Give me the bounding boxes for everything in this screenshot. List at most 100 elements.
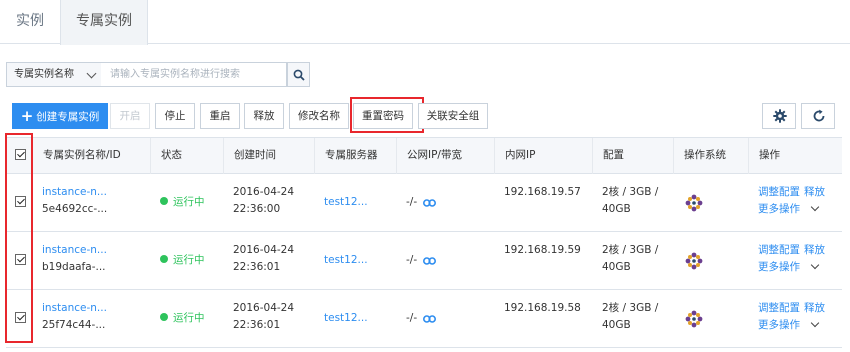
select-all-checkbox[interactable] <box>15 149 26 160</box>
config-line-2: 40GB <box>602 261 631 273</box>
header-operations: 操作 <box>748 138 842 174</box>
server-link[interactable]: test12... <box>324 252 368 269</box>
public-ip-cell: -/- <box>396 232 494 290</box>
created-date: 2016-04-24 <box>233 302 295 314</box>
config-line-1: 2核 / 3GB / <box>602 244 659 256</box>
created-date: 2016-04-24 <box>233 244 295 256</box>
private-ip-cell: 192.168.19.57 <box>494 174 592 232</box>
create-instance-label: 创建专属实例 <box>36 111 100 123</box>
name-cell: instance-n... 25f74c44-... <box>32 290 150 348</box>
adjust-config-link[interactable]: 调整配置 <box>758 186 800 198</box>
private-ip-cell: 192.168.19.58 <box>494 290 592 348</box>
bind-eip-icon[interactable] <box>423 257 437 265</box>
row-checkbox[interactable] <box>15 196 26 207</box>
more-ops-dropdown[interactable]: 更多操作 <box>758 259 820 276</box>
adjust-config-link[interactable]: 调整配置 <box>758 302 800 314</box>
created-time: 22:36:00 <box>233 203 281 215</box>
private-ip-cell: 192.168.19.59 <box>494 232 592 290</box>
config-line-1: 2核 / 3GB / <box>602 186 659 198</box>
create-instance-button[interactable]: + 创建专属实例 <box>12 103 108 129</box>
reset-password-button[interactable]: 重置密码 <box>353 103 413 129</box>
os-cell <box>673 232 748 290</box>
row-checkbox[interactable] <box>15 254 26 265</box>
search-input[interactable] <box>101 62 287 87</box>
created-cell: 2016-04-24 22:36:01 <box>223 232 314 290</box>
instance-table: 专属实例名称/ID 状态 创建时间 专属服务器 公网IP/带宽 内网IP 配置 … <box>6 137 842 348</box>
toolbar: + 创建专属实例 开启 停止 重启 释放 修改名称 重置密码 关联安全组 <box>12 97 838 133</box>
start-button[interactable]: 开启 <box>110 103 150 129</box>
rename-button[interactable]: 修改名称 <box>289 103 349 129</box>
more-ops-link[interactable]: 更多操作 <box>758 261 800 273</box>
server-cell: test12... <box>314 290 396 348</box>
header-select-cell <box>6 138 32 174</box>
instance-name-link[interactable]: instance-n... <box>42 184 107 201</box>
server-link[interactable]: test12... <box>324 310 368 327</box>
row-checkbox[interactable] <box>15 312 26 323</box>
public-ip: -/- <box>406 252 437 269</box>
public-ip-cell: -/- <box>396 174 494 232</box>
operations-cell: 调整配置 释放 更多操作 <box>748 290 842 348</box>
created-time: 22:36:01 <box>233 261 281 273</box>
name-cell: instance-n... b19daafa-... <box>32 232 150 290</box>
bind-security-group-button[interactable]: 关联安全组 <box>418 103 488 129</box>
operations-cell: 调整配置 释放 更多操作 <box>748 174 842 232</box>
header-config: 配置 <box>592 138 673 174</box>
header-os: 操作系统 <box>673 138 748 174</box>
more-ops-dropdown[interactable]: 更多操作 <box>758 201 820 218</box>
created-time: 22:36:01 <box>233 319 281 331</box>
search-field-select[interactable]: 专属实例名称 <box>6 62 102 87</box>
status-dot-icon <box>160 197 168 205</box>
chevron-down-icon <box>810 318 820 328</box>
private-ip: 192.168.19.57 <box>504 186 581 198</box>
public-ip: -/- <box>406 194 437 211</box>
release-link[interactable]: 释放 <box>804 302 825 314</box>
status-cell: 运行中 <box>150 290 223 348</box>
more-ops-link[interactable]: 更多操作 <box>758 319 800 331</box>
instance-name-link[interactable]: instance-n... <box>42 242 107 259</box>
table-row: instance-n... b19daafa-... 运行中 2016-04-2… <box>6 232 842 290</box>
table-header: 专属实例名称/ID 状态 创建时间 专属服务器 公网IP/带宽 内网IP 配置 … <box>6 138 842 174</box>
server-link[interactable]: test12... <box>324 194 368 211</box>
header-dedicated-server: 专属服务器 <box>314 138 396 174</box>
instance-id: 5e4692cc-... <box>42 203 108 215</box>
private-ip: 192.168.19.59 <box>504 244 581 256</box>
restart-button[interactable]: 重启 <box>200 103 240 129</box>
chevron-down-icon <box>810 260 820 270</box>
public-ip-cell: -/- <box>396 290 494 348</box>
adjust-config-link[interactable]: 调整配置 <box>758 244 800 256</box>
search-button[interactable] <box>287 62 310 87</box>
chevron-down-icon <box>86 68 97 79</box>
release-button[interactable]: 释放 <box>244 103 284 129</box>
ops-line-1: 调整配置 释放 <box>758 300 825 317</box>
settings-button[interactable] <box>762 103 796 129</box>
bind-eip-icon[interactable] <box>423 315 437 323</box>
os-cell <box>673 290 748 348</box>
tab-dedicated-instances[interactable]: 专属实例 <box>60 0 148 45</box>
ops-line-1: 调整配置 释放 <box>758 242 825 259</box>
server-cell: test12... <box>314 174 396 232</box>
config-cell: 2核 / 3GB / 40GB <box>592 290 673 348</box>
release-link[interactable]: 释放 <box>804 244 825 256</box>
os-cell <box>673 174 748 232</box>
config-cell: 2核 / 3GB / 40GB <box>592 174 673 232</box>
config-line-2: 40GB <box>602 203 631 215</box>
stop-button[interactable]: 停止 <box>155 103 195 129</box>
more-ops-dropdown[interactable]: 更多操作 <box>758 317 820 334</box>
gear-icon <box>773 109 787 123</box>
more-ops-link[interactable]: 更多操作 <box>758 203 800 215</box>
tab-instances[interactable]: 实例 <box>0 0 60 44</box>
operations-cell: 调整配置 释放 更多操作 <box>748 232 842 290</box>
ops-line-1: 调整配置 释放 <box>758 184 825 201</box>
status-badge: 运行中 <box>160 194 205 211</box>
refresh-button[interactable] <box>801 103 835 129</box>
instance-name-link[interactable]: instance-n... <box>42 300 107 317</box>
config-line-2: 40GB <box>602 319 631 331</box>
header-public-ip: 公网IP/带宽 <box>396 138 494 174</box>
status-dot-icon <box>160 313 168 321</box>
os-logo-icon <box>685 252 703 270</box>
created-date: 2016-04-24 <box>233 186 295 198</box>
status-dot-icon <box>160 255 168 263</box>
release-link[interactable]: 释放 <box>804 186 825 198</box>
bind-eip-icon[interactable] <box>423 199 437 207</box>
header-status: 状态 <box>150 138 223 174</box>
